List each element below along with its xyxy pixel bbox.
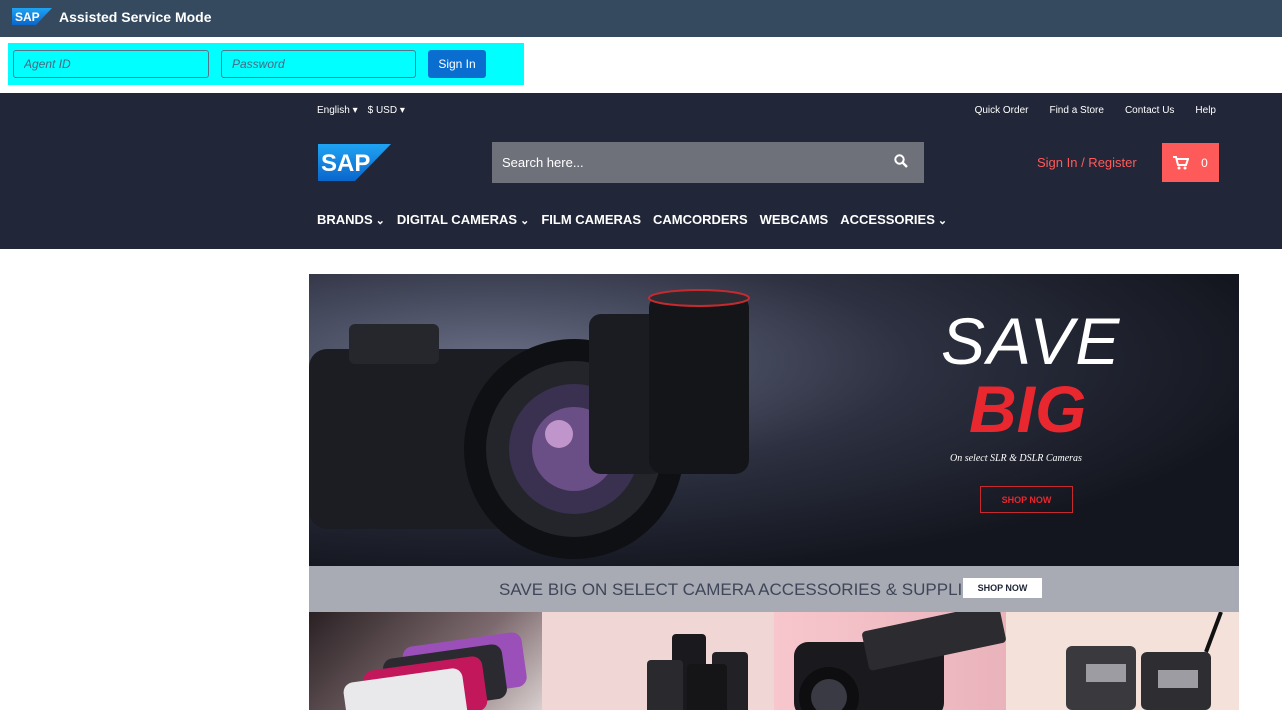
sap-asm-logo-icon: SAP (12, 8, 52, 25)
site-header: English $ USD Quick Order Find a Store C… (0, 93, 1282, 249)
tile-compact-cameras[interactable] (309, 612, 542, 710)
signin-register-link[interactable]: Sign In / Register (1037, 155, 1137, 170)
nav-webcams[interactable]: WEBCAMS (760, 212, 829, 227)
hero-headline-big: BIG (969, 372, 1087, 446)
compact-cameras-image (343, 632, 527, 710)
tile-battery-chargers[interactable] (1006, 612, 1239, 710)
camera-image (309, 289, 750, 559)
hero-shop-now-button[interactable]: SHOP NOW (980, 486, 1073, 513)
password-input[interactable] (221, 50, 416, 78)
main-nav: BRANDS DIGITAL CAMERAS FILM CAMERAS CAMC… (317, 212, 947, 227)
hero-headline-save: SAVE (941, 304, 1122, 378)
search-icon[interactable] (894, 154, 908, 168)
find-store-link[interactable]: Find a Store (1049, 105, 1103, 116)
lenses-image (647, 634, 748, 710)
svg-text:SAP: SAP (321, 150, 370, 177)
search-input[interactable] (492, 142, 872, 183)
tile-camcorders[interactable] (774, 612, 1006, 710)
sap-logo-icon[interactable]: SAP (318, 144, 391, 181)
camcorder-image (794, 612, 1006, 710)
promo-strip: SAVE BIG ON SELECT CAMERA ACCESSORIES & … (309, 566, 1239, 612)
cart-count: 0 (1201, 155, 1208, 170)
promo-strip-text: SAVE BIG ON SELECT CAMERA ACCESSORIES & … (499, 580, 985, 599)
cart-icon (1173, 155, 1190, 169)
help-link[interactable]: Help (1195, 105, 1216, 116)
contact-us-link[interactable]: Contact Us (1125, 105, 1174, 116)
asm-login-form: Sign In (8, 43, 524, 85)
nav-accessories[interactable]: ACCESSORIES (840, 212, 947, 227)
quick-order-link[interactable]: Quick Order (975, 105, 1029, 116)
nav-camcorders[interactable]: CAMCORDERS (653, 212, 748, 227)
svg-text:SAP: SAP (15, 10, 40, 24)
utility-links: Quick Order Find a Store Contact Us Help (975, 105, 1216, 116)
battery-charger-image (1066, 612, 1223, 710)
locale-selectors: English $ USD (317, 105, 405, 116)
asm-signin-button[interactable]: Sign In (428, 50, 486, 78)
nav-film-cameras[interactable]: FILM CAMERAS (541, 212, 641, 227)
currency-selector[interactable]: $ USD (368, 105, 405, 116)
promo-shop-now-button[interactable]: SHOP NOW (963, 578, 1042, 598)
asm-title: Assisted Service Mode (59, 9, 212, 25)
hero-banner[interactable]: SAVE BIG On select SLR & DSLR Cameras SH… (309, 274, 1239, 566)
asm-bar: SAP Assisted Service Mode (0, 0, 1282, 37)
nav-digital-cameras[interactable]: DIGITAL CAMERAS (397, 212, 529, 227)
cart-button[interactable]: 0 (1162, 143, 1219, 182)
agent-id-input[interactable] (13, 50, 209, 78)
search-box (492, 142, 924, 183)
hero-subtitle: On select SLR & DSLR Cameras (950, 453, 1082, 464)
nav-brands[interactable]: BRANDS (317, 212, 385, 227)
language-selector[interactable]: English (317, 105, 358, 116)
tile-lenses[interactable] (542, 612, 774, 710)
